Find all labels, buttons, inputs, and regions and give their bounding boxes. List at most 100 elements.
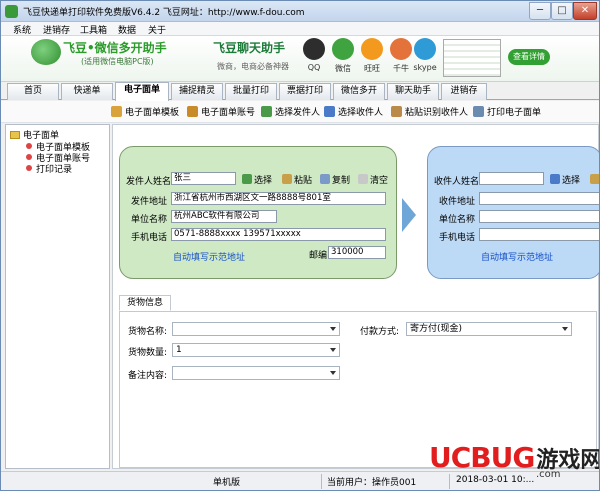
waybill-panel: 发件人姓名 张三 选择 粘贴 复制 清空 发件地址 浙江省杭州市西湖区文一路88… [112,124,599,469]
menu-data[interactable]: 数据 [118,23,136,36]
goods-quantity-select[interactable]: 1 [172,343,340,357]
banner-chat-subtitle: 微商，电商必备神器 [217,62,289,71]
chevron-down-icon [330,371,336,375]
menu-bar: 系统 进销存 工具箱 数据 关于 [1,22,599,36]
goods-name-label: 货物名称: [128,327,168,337]
select-sender-button[interactable]: 选择发件人 [261,105,320,119]
close-button[interactable]: ✕ [573,2,597,20]
receiver-phone-input[interactable] [479,228,599,241]
tab-batch-print[interactable]: 批量打印 [225,83,277,100]
receiver-phone-label: 手机电话 [439,233,476,243]
tab-inventory[interactable]: 进销存 [441,83,487,100]
status-datetime: 2018-03-01 10:... [456,475,535,485]
banner-screenshot-image [443,39,501,77]
sender-phone-input[interactable]: 0571-8888xxxx 139571xxxxx [171,228,386,241]
waybill-template-button[interactable]: 电子面单模板 [111,105,179,119]
tree-item-print-log[interactable]: 打印记录 [26,162,72,175]
sender-paste-button[interactable]: 粘贴 [282,173,312,186]
feidou-logo-icon [31,39,61,65]
receiver-name-input[interactable] [479,172,544,185]
receiver-example-address-link[interactable]: 自动填写示范地址 [481,250,553,263]
qianniu-icon [390,38,412,60]
receiver-address-input[interactable] [479,192,599,205]
paste-recognize-receiver-button[interactable]: 粘贴识别收件人 [391,105,468,119]
receiver-name-label: 收件人姓名 [434,177,480,187]
maximize-button[interactable]: □ [551,2,573,20]
paste-icon [590,174,599,184]
account-icon [187,106,198,117]
people-icon [324,106,335,117]
tab-chat-assistant[interactable]: 聊天助手 [387,83,439,100]
toolbar: 电子面单模板 电子面单账号 选择发件人 选择收件人 粘贴识别收件人 打印电子面单 [1,101,599,123]
menu-system[interactable]: 系统 [13,23,31,36]
payment-method-select[interactable]: 寄方付(现金) [406,322,572,336]
minimize-button[interactable]: ─ [529,2,551,20]
status-mode: 单机版 [213,478,241,488]
view-details-button[interactable]: 查看详情 [508,49,550,65]
sender-copy-button[interactable]: 复制 [320,173,350,186]
tab-capture[interactable]: 捕捉精灵 [171,83,223,100]
person-icon [261,106,272,117]
paste-icon [282,174,292,184]
sender-zip-label: 邮编 [309,251,328,261]
receiver-address-label: 收件地址 [439,197,476,207]
app-window: 飞豆快递单打印软件免费版V6.4.2 飞豆网址：http://www.f-dou… [0,0,600,491]
person-icon [242,174,252,184]
banner-chat-title: 飞豆聊天助手 [213,41,286,55]
tab-express-form[interactable]: 快递单 [61,83,113,100]
receiver-company-input[interactable] [479,210,599,223]
goods-name-select[interactable] [172,322,340,336]
chevron-down-icon [330,348,336,352]
waybill-account-button[interactable]: 电子面单账号 [187,105,255,119]
arrow-right-icon [402,198,416,232]
status-bar: 单机版 当前用户：操作员001 2018-03-01 10:... [1,471,599,490]
sender-zip-input[interactable]: 310000 [328,246,386,259]
tab-electronic-waybill[interactable]: 电子面单 [115,82,169,101]
ad-banner[interactable]: 飞豆•微信多开助手 (适用微信电脑PC版) 飞豆聊天助手 微商，电商必备神器 Q… [1,36,599,82]
folder-icon [10,131,20,139]
sender-address-label: 发件地址 [131,197,168,207]
tab-home[interactable]: 首页 [7,83,59,100]
tab-wechat-multi[interactable]: 微信多开 [333,83,385,100]
remarks-label: 备注内容: [128,371,168,381]
receiver-select-button[interactable]: 选择 [550,173,580,186]
goods-info-tab[interactable]: 货物信息 [119,295,171,311]
goods-quantity-label: 货物数量: [128,348,168,358]
copy-icon [320,174,330,184]
remarks-select[interactable] [172,366,340,380]
title-bar: 飞豆快递单打印软件免费版V6.4.2 飞豆网址：http://www.f-dou… [1,1,599,22]
bullet-icon [26,143,32,149]
status-separator [449,474,450,489]
sender-address-input[interactable]: 浙江省杭州市西湖区文一路8888号801室 [171,192,386,205]
banner-headline: 飞豆•微信多开助手 [63,41,167,55]
banner-subtitle: (适用微信电脑PC版) [81,57,154,66]
clipboard-icon [391,106,402,117]
receiver-card: 收件人姓名 选择 收件地址 单位名称 手机电话 自动填写示范地址 [427,146,599,279]
sender-example-address-link[interactable]: 自动填写示范地址 [173,250,245,263]
chevron-down-icon [330,327,336,331]
payment-method-label: 付款方式: [360,327,400,337]
eraser-icon [358,174,368,184]
sender-name-input[interactable]: 张三 [171,172,236,185]
bullet-icon [26,154,32,160]
status-user: 当前用户：操作员001 [327,478,417,488]
sender-select-button[interactable]: 选择 [242,173,272,186]
wangwang-icon [361,38,383,60]
window-title: 飞豆快递单打印软件免费版V6.4.2 飞豆网址：http://www.f-dou… [23,8,305,18]
tab-receipt-print[interactable]: 票据打印 [279,83,331,100]
skype-label: skype [413,63,437,72]
menu-inventory[interactable]: 进销存 [43,23,70,36]
print-waybill-button[interactable]: 打印电子面单 [473,105,541,119]
skype-icon [414,38,436,60]
menu-about[interactable]: 关于 [148,23,166,36]
printer-icon [473,106,484,117]
sender-name-label: 发件人姓名 [126,177,172,187]
app-icon [5,5,18,18]
ucbug-watermark: UCBUG游戏网 .com [429,441,600,480]
sender-company-input[interactable]: 杭州ABC软件有限公司 [171,210,277,223]
status-separator [321,474,322,489]
sender-clear-button[interactable]: 清空 [358,173,388,186]
select-receiver-button[interactable]: 选择收件人 [324,105,383,119]
template-icon [111,106,122,117]
menu-toolbox[interactable]: 工具箱 [80,23,107,36]
